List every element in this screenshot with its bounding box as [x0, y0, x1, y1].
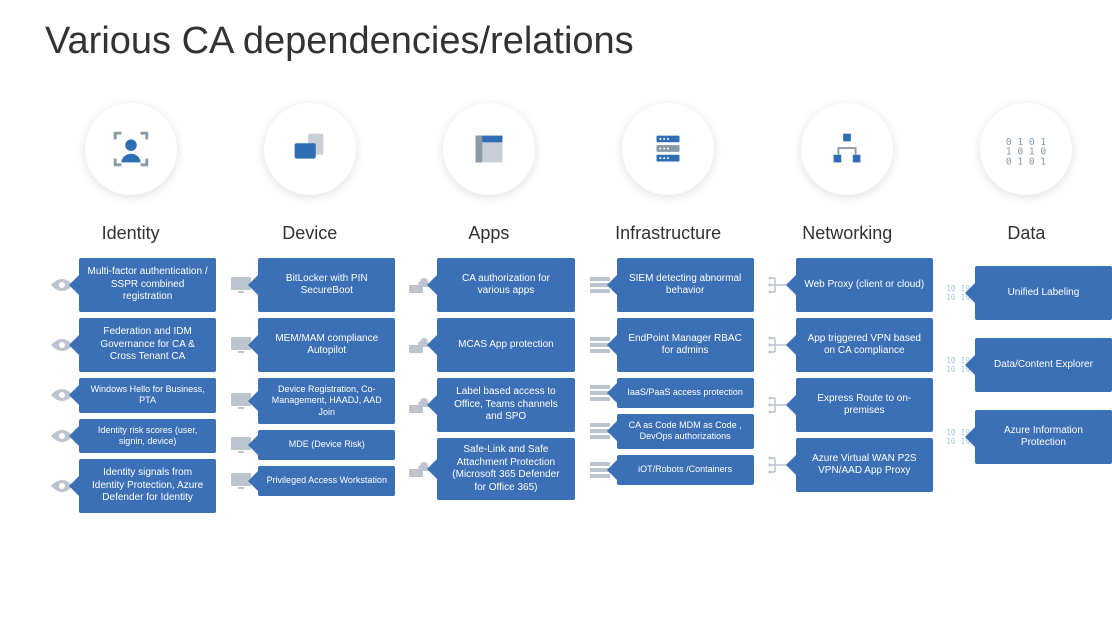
- identity-icon: [85, 103, 177, 195]
- identity-item: Identity signals from Identity Protectio…: [45, 459, 216, 513]
- apps-item: Safe-Link and Safe Attachment Protection…: [403, 438, 574, 500]
- infra-header: Infrastructure: [615, 223, 721, 244]
- device-item: MEM/MAM compliance Autopilot: [224, 318, 395, 372]
- net-items: Web Proxy (client or cloud) App triggere…: [762, 258, 933, 492]
- infra-item: EndPoint Manager RBAC for admins: [583, 318, 754, 372]
- infra-item: CA as Code MDM as Code , DevOps authoriz…: [583, 414, 754, 449]
- column-data: 1 0 1 0 1 00 1 0 1 0 11 0 1 0 1 0 Data 1…: [941, 103, 1112, 513]
- identity-item: Windows Hello for Business, PTA: [45, 378, 216, 413]
- device-item: MDE (Device Risk): [224, 430, 395, 460]
- net-item: Azure Virtual WAN P2S VPN/AAD App Proxy: [762, 438, 933, 492]
- data-icon: 1 0 1 0 1 00 1 0 1 0 11 0 1 0 1 0: [980, 103, 1072, 195]
- column-device: Device BitLocker with PIN SecureBoot MEM…: [224, 103, 395, 513]
- identity-header: Identity: [102, 223, 160, 244]
- networking-icon: [801, 103, 893, 195]
- infra-icon: [622, 103, 714, 195]
- apps-item: Label based access to Office, Teams chan…: [403, 378, 574, 432]
- device-item: BitLocker with PIN SecureBoot: [224, 258, 395, 312]
- net-item: Express Route to on-premises: [762, 378, 933, 432]
- device-items: BitLocker with PIN SecureBoot MEM/MAM co…: [224, 258, 395, 496]
- device-item: Device Registration, Co-Management, HAAD…: [224, 378, 395, 424]
- device-header: Device: [282, 223, 337, 244]
- net-header: Networking: [802, 223, 892, 244]
- identity-items: Multi-factor authentication / SSPR combi…: [45, 258, 216, 513]
- infra-item: SIEM detecting abnormal behavior: [583, 258, 754, 312]
- column-identity: Identity Multi-factor authentication / S…: [45, 103, 216, 513]
- device-icon: [264, 103, 356, 195]
- apps-items: CA authorization for various apps MCAS A…: [403, 258, 574, 500]
- column-infra: Infrastructure SIEM detecting abnormal b…: [583, 103, 754, 513]
- slide: Various CA dependencies/relations Identi…: [0, 0, 1112, 513]
- net-item: App triggered VPN based on CA compliance: [762, 318, 933, 372]
- apps-icon: [443, 103, 535, 195]
- data-header: Data: [1007, 223, 1045, 244]
- columns: Identity Multi-factor authentication / S…: [45, 103, 1112, 513]
- device-item: Privileged Access Workstation: [224, 466, 395, 496]
- infra-item: IaaS/PaaS access protection: [583, 378, 754, 408]
- svg-text:1 0 1 0 1 0: 1 0 1 0 1 0: [1003, 156, 1049, 167]
- apps-item: MCAS App protection: [403, 318, 574, 372]
- identity-item: Federation and IDM Governance for CA & C…: [45, 318, 216, 372]
- apps-header: Apps: [468, 223, 509, 244]
- apps-item: CA authorization for various apps: [403, 258, 574, 312]
- data-item: 10 1010 10Unified Labeling: [941, 266, 1112, 320]
- infra-items: SIEM detecting abnormal behavior EndPoin…: [583, 258, 754, 485]
- net-item: Web Proxy (client or cloud): [762, 258, 933, 312]
- identity-item: Identity risk scores (user, signin, devi…: [45, 419, 216, 454]
- column-net: Networking Web Proxy (client or cloud) A…: [762, 103, 933, 513]
- data-items: 10 1010 10Unified Labeling 10 1010 10Dat…: [941, 266, 1112, 464]
- data-item: 10 1010 10Data/Content Explorer: [941, 338, 1112, 392]
- column-apps: Apps CA authorization for various apps M…: [403, 103, 574, 513]
- data-item: 10 1010 10Azure Information Protection: [941, 410, 1112, 464]
- page-title: Various CA dependencies/relations: [45, 20, 1112, 63]
- identity-item: Multi-factor authentication / SSPR combi…: [45, 258, 216, 312]
- infra-item: iOT/Robots /Containers: [583, 455, 754, 485]
